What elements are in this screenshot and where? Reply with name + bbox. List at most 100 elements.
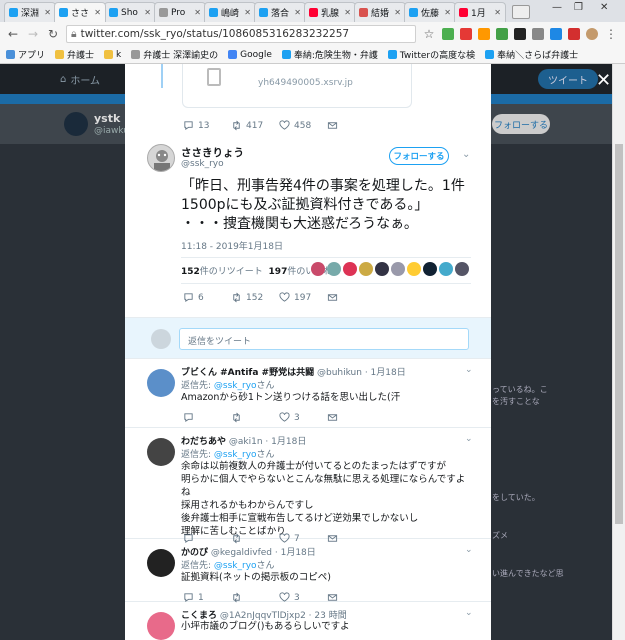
reply-to-handle[interactable]: @ssk_ryo — [214, 561, 257, 571]
avatar[interactable] — [327, 262, 341, 276]
extension-icon[interactable] — [514, 28, 526, 40]
tweet-timestamp[interactable]: 11:18 - 2019年1月18日 — [181, 239, 283, 252]
extension-icon[interactable] — [460, 28, 472, 40]
bookmark-item[interactable]: 弁護士 — [55, 48, 94, 61]
retweet-total-label[interactable]: 件のリツイート — [200, 267, 263, 277]
follow-button[interactable]: フォローする — [492, 114, 550, 134]
avatar[interactable] — [147, 438, 175, 466]
browser-tab[interactable]: Pro ✕ — [154, 2, 206, 22]
reply-tweet[interactable]: ブビくん #Antifa #野党は共闘 @buhikun · 1月18日 ⌄ 返信先… — [125, 359, 491, 428]
retweet-button[interactable]: 152 — [231, 292, 279, 303]
bookmark-item[interactable]: 奉納:危険生物・弁護 — [281, 48, 378, 61]
close-tab-icon[interactable]: ✕ — [442, 8, 451, 17]
close-tab-icon[interactable]: ✕ — [242, 8, 251, 17]
avatar[interactable] — [359, 262, 373, 276]
new-tab-button[interactable] — [512, 5, 530, 19]
profile-name[interactable]: ystk — [94, 112, 120, 125]
browser-tab[interactable]: 嶋崎 ✕ — [204, 2, 256, 22]
reply-author-name[interactable]: かのぴ — [181, 548, 208, 558]
close-tab-icon[interactable]: ✕ — [142, 8, 151, 17]
like-button[interactable]: 458 — [279, 120, 327, 131]
chevron-down-icon[interactable]: ⌄ — [462, 149, 470, 160]
reply-tweet[interactable]: わだちあや @aki1n · 1月18日 ⌄ 返信先: @ssk_ryoさん 余命は以… — [125, 428, 491, 544]
bookmark-item[interactable]: 奉納＼さらば弁護士 — [485, 48, 578, 61]
retweet-button[interactable] — [231, 412, 279, 423]
avatar[interactable] — [147, 369, 175, 397]
back-icon[interactable]: ← — [6, 27, 20, 41]
browser-tab[interactable]: 結婚 ✕ — [354, 2, 406, 22]
extension-icon[interactable] — [550, 28, 562, 40]
reply-button[interactable] — [183, 412, 231, 423]
chevron-down-icon[interactable]: ⌄ — [465, 545, 473, 555]
bookmark-item[interactable]: 弁護士 深澤諭史の — [131, 48, 218, 61]
reply-time[interactable]: 1月18日 — [371, 368, 406, 378]
close-modal-icon[interactable]: ✕ — [596, 70, 611, 91]
close-tab-icon[interactable]: ✕ — [42, 8, 51, 17]
browser-tab[interactable]: ささ ✕ — [54, 2, 106, 22]
avatar[interactable] — [147, 549, 175, 577]
dm-button[interactable] — [327, 412, 375, 423]
profile-avatar[interactable] — [586, 28, 598, 40]
reply-author-handle[interactable]: @aki1n — [229, 437, 263, 447]
avatar[interactable] — [391, 262, 405, 276]
dm-button[interactable] — [327, 120, 375, 131]
reply-author-handle[interactable]: @buhikun — [317, 368, 362, 378]
avatar[interactable] — [343, 262, 357, 276]
reload-icon[interactable]: ↻ — [46, 27, 60, 41]
reply-button[interactable]: 13 — [183, 120, 231, 131]
chevron-down-icon[interactable]: ⌄ — [465, 365, 473, 375]
reply-to-handle[interactable]: @ssk_ryo — [214, 450, 257, 460]
close-tab-icon[interactable]: ✕ — [392, 8, 401, 17]
browser-tab[interactable]: 深淵 ✕ — [4, 2, 56, 22]
browser-tab[interactable]: 乳腺 ✕ — [304, 2, 356, 22]
dm-button[interactable] — [327, 292, 375, 303]
retweet-total[interactable]: 152 — [181, 267, 200, 277]
browser-tab[interactable]: 落合 ✕ — [254, 2, 306, 22]
evernote-icon[interactable] — [496, 28, 508, 40]
browser-tab[interactable]: 1月 ✕ — [454, 2, 506, 22]
avatar[interactable] — [423, 262, 437, 276]
bookmark-item[interactable]: Twitterの高度な検 — [387, 48, 475, 61]
scrollbar-thumb[interactable] — [615, 144, 623, 524]
like-button[interactable]: 197 — [279, 292, 327, 303]
reply-tweet[interactable]: こくまろ @1A2nJqqvTlDjxp2 · 23 時間 ⌄ 小坪市議のブログ()… — [125, 602, 491, 640]
close-tab-icon[interactable]: ✕ — [192, 8, 201, 17]
reply-to-handle[interactable]: @ssk_ryo — [214, 381, 257, 391]
avatar[interactable] — [439, 262, 453, 276]
bookmark-item[interactable]: k — [104, 50, 121, 60]
nav-home[interactable]: ホーム — [70, 72, 100, 87]
browser-tab[interactable]: Sho ✕ — [104, 2, 156, 22]
like-button[interactable]: 3 — [279, 412, 327, 423]
reply-author-name[interactable]: ブビくん #Antifa #野党は共闘 — [181, 368, 314, 378]
chevron-down-icon[interactable]: ⌄ — [465, 608, 473, 618]
reply-tweet[interactable]: かのぴ @kegaldivfed · 1月18日 ⌄ 返信先: @ssk_ryoさん… — [125, 539, 491, 603]
extension-icon[interactable] — [532, 28, 544, 40]
extension-icon[interactable] — [478, 28, 490, 40]
avatar[interactable] — [455, 262, 469, 276]
bookmark-item[interactable]: Google — [228, 50, 272, 60]
reply-time[interactable]: 1月18日 — [281, 548, 316, 558]
bookmark-item[interactable]: アプリ — [6, 48, 45, 61]
extension-icon[interactable] — [568, 28, 580, 40]
link-card[interactable]: yh649490005.xsrv.jp — [182, 64, 412, 108]
avatar[interactable] — [407, 262, 421, 276]
reply-button[interactable]: 6 — [183, 292, 231, 303]
avatar[interactable] — [375, 262, 389, 276]
like-total[interactable]: 197 — [269, 267, 288, 277]
home-icon[interactable]: ⌂ — [60, 74, 66, 85]
forward-icon[interactable]: → — [26, 27, 40, 41]
reply-author-name[interactable]: わだちあや — [181, 437, 226, 447]
minimize-icon[interactable]: — — [552, 2, 562, 13]
close-tab-icon[interactable]: ✕ — [342, 8, 351, 17]
page-scrollbar[interactable] — [612, 64, 625, 640]
star-icon[interactable]: ☆ — [422, 27, 436, 41]
avatar[interactable] — [64, 112, 88, 136]
reply-input[interactable]: 返信をツイート — [179, 328, 469, 350]
browser-tab[interactable]: 佐藤 ✕ — [404, 2, 456, 22]
author-handle[interactable]: @ssk_ryo — [181, 159, 224, 169]
url-field[interactable]: 🔒︎ twitter.com/ssk_ryo/status/1086085316… — [66, 25, 416, 43]
chevron-down-icon[interactable]: ⌄ — [465, 434, 473, 444]
reply-author-handle[interactable]: @kegaldivfed — [211, 548, 272, 558]
extension-icon[interactable] — [442, 28, 454, 40]
follow-button[interactable]: フォローする — [389, 147, 449, 165]
